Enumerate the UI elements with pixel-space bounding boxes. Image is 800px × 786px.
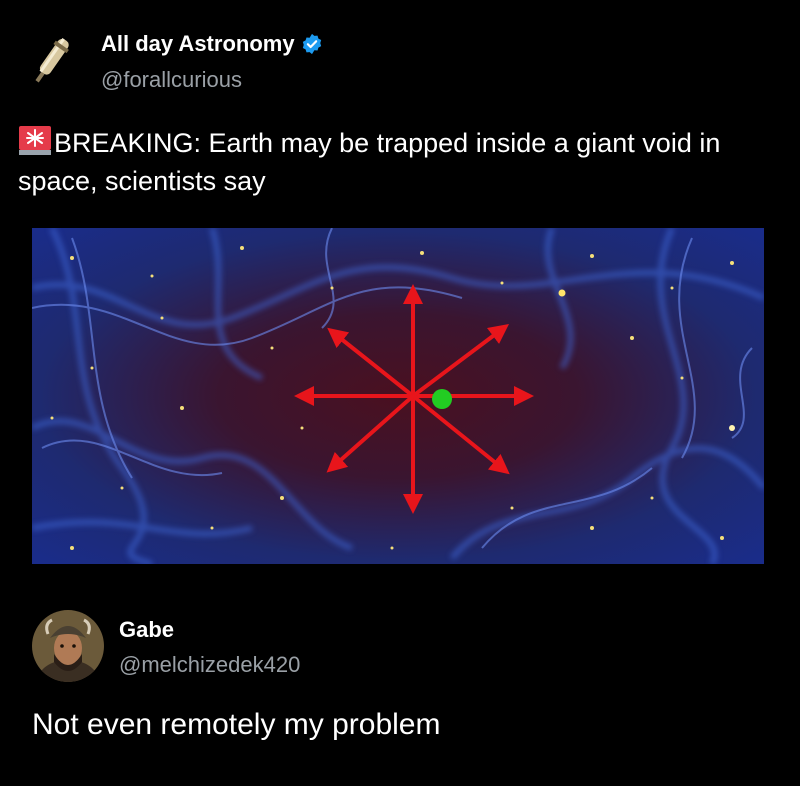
tweet-text: BREAKING: Earth may be trapped inside a … [18, 124, 788, 200]
cosmic-void-image [32, 228, 764, 564]
reply-author-name[interactable]: Gabe [119, 617, 174, 643]
author-avatar[interactable] [22, 30, 82, 90]
telescope-icon [22, 30, 82, 90]
reply-author-handle[interactable]: @melchizedek420 [119, 652, 300, 678]
verified-badge-icon [302, 33, 321, 55]
reply-avatar[interactable] [32, 610, 104, 682]
reply-text: Not even remotely my problem [32, 708, 441, 741]
earth-marker [432, 389, 452, 409]
avatar-portrait-icon [32, 610, 104, 682]
post-image[interactable] [32, 228, 764, 564]
tweet-body: BREAKING: Earth may be trapped inside a … [18, 128, 721, 196]
author-name-row[interactable]: All day Astronomy [101, 31, 323, 57]
rotating-light-icon [19, 126, 51, 155]
author-name[interactable]: All day Astronomy [101, 31, 295, 57]
author-handle[interactable]: @forallcurious [101, 67, 242, 93]
